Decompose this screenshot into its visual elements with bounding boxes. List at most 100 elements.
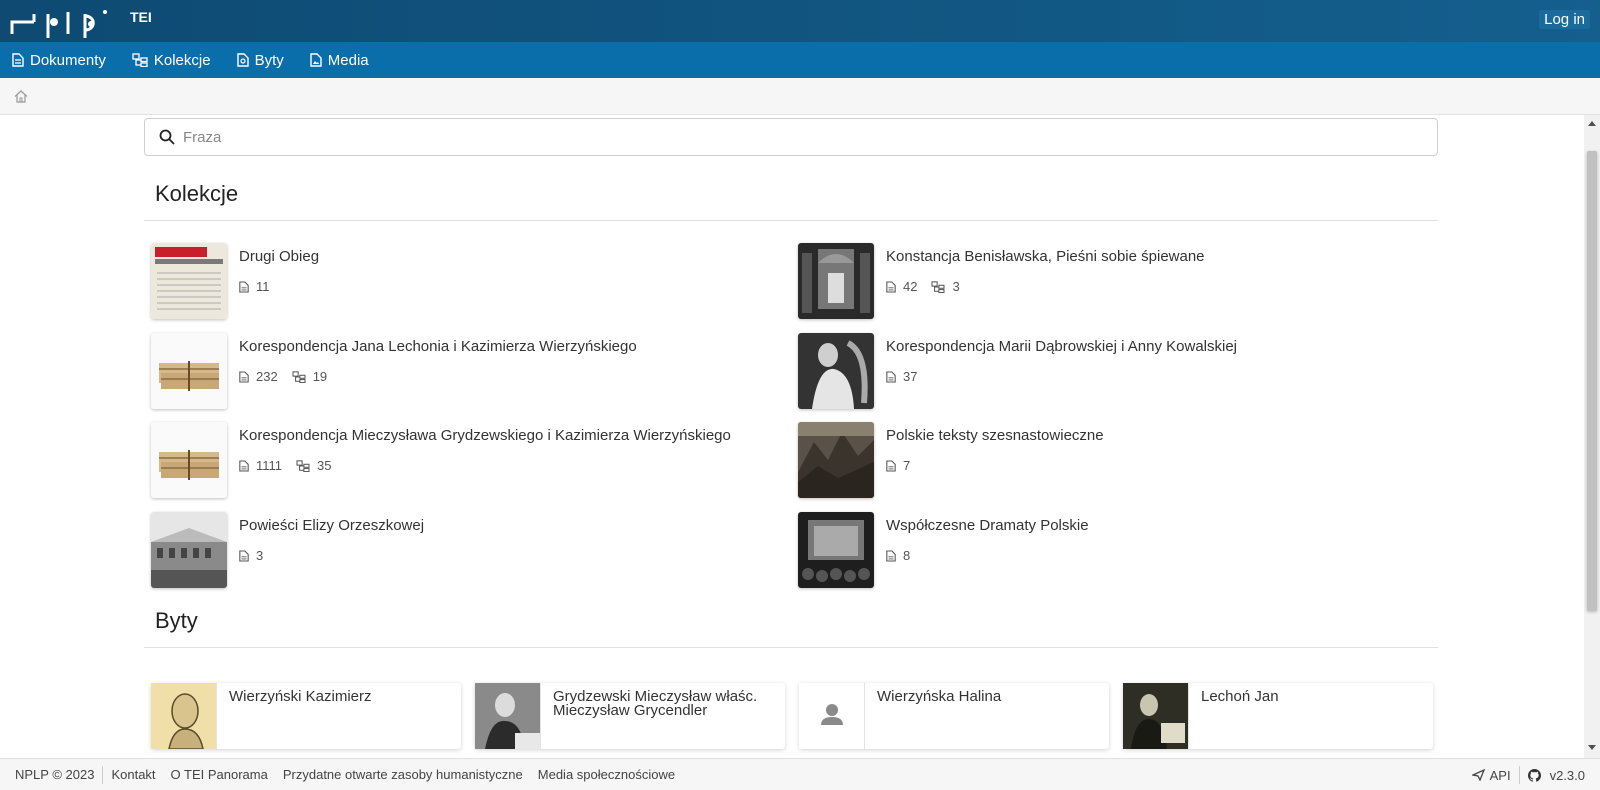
collection-item[interactable]: Konstancja Benisławska, Pieśni sobie śpi…: [798, 243, 1438, 319]
collection-title: Polskie teksty szesnastowieczne: [886, 427, 1104, 444]
collections-heading: Kolekcje: [155, 181, 239, 206]
document-count-icon: [886, 549, 896, 562]
document-count: 3: [256, 548, 264, 563]
document-count: 7: [903, 458, 911, 473]
footer-link-about[interactable]: O TEI Panorama: [171, 767, 268, 782]
document-count-icon: [886, 459, 896, 472]
document-count: 232: [256, 369, 278, 384]
collection-thumbnail: [151, 422, 227, 498]
nplp-logo[interactable]: TEI: [10, 8, 152, 42]
collection-title: Drugi Obieg: [239, 248, 320, 265]
subcollection-count-icon: [931, 280, 945, 293]
document-count: 8: [903, 548, 911, 563]
entity-name-line2: Mieczysław Grycendler: [553, 702, 708, 719]
footer: NPLP © 2023 Kontakt O TEI Panorama Przyd…: [0, 758, 1600, 790]
search-input[interactable]: [183, 128, 1383, 146]
vertical-scrollbar[interactable]: [1584, 115, 1600, 758]
tei-label: TEI: [130, 9, 152, 25]
nav-label: Dokumenty: [30, 51, 106, 69]
collection-title: Współczesne Dramaty Polskie: [886, 517, 1089, 534]
entity-card[interactable]: Wierzyńska Halina: [799, 683, 1109, 749]
api-link[interactable]: API: [1471, 767, 1511, 783]
collection-item[interactable]: Powieści Elizy Orzeszkowej 3: [151, 512, 791, 588]
scroll-up-arrow-icon[interactable]: [1588, 121, 1596, 126]
divider: [144, 220, 1438, 221]
entity-card[interactable]: Lechoń Jan: [1123, 683, 1433, 749]
nav-item-dokumenty[interactable]: Dokumenty: [12, 52, 106, 69]
collection-thumbnail: [151, 512, 227, 588]
collection-item[interactable]: Drugi Obieg 11: [151, 243, 791, 319]
divider: [144, 647, 1438, 648]
subcollection-count: 19: [312, 369, 328, 384]
collection-thumbnail: [798, 333, 874, 409]
entity-portrait: [799, 683, 865, 749]
entity-name: Lechoń Jan: [1201, 688, 1279, 705]
subcollection-count: 3: [952, 279, 960, 294]
document-count-icon: [239, 370, 249, 383]
collection-thumbnail: [798, 243, 874, 319]
send-icon: [1471, 769, 1485, 781]
entity-portrait: [1123, 683, 1189, 749]
collection-item[interactable]: Korespondencja Jana Lechonia i Kazimierz…: [151, 333, 791, 409]
logo-mark: [10, 10, 107, 38]
entity-icon: [236, 53, 249, 67]
collection-title: Konstancja Benisławska, Pieśni sobie śpi…: [886, 248, 1205, 265]
main-nav: Dokumenty Kolekcje Byty Media: [0, 42, 1600, 78]
nav-label: Media: [327, 51, 369, 69]
collection-thumbnail: [151, 333, 227, 409]
collection-item[interactable]: Korespondencja Mieczysława Grydzewskiego…: [151, 422, 791, 498]
collection-thumbnail: [798, 512, 874, 588]
document-count-icon: [886, 370, 896, 383]
subcollection-count: 35: [317, 458, 332, 473]
collection-item[interactable]: Korespondencja Marii Dąbrowskiej i Anny …: [798, 333, 1438, 409]
nav-item-byty[interactable]: Byty: [236, 51, 284, 69]
collection-icon: [132, 53, 148, 67]
collection-title: Korespondencja Jana Lechonia i Kazimierz…: [239, 338, 637, 355]
login-button[interactable]: Log in: [1539, 10, 1590, 29]
collection-title: Korespondencja Mieczysława Grydzewskiego…: [239, 427, 731, 444]
entity-card[interactable]: Grydzewski Mieczysław właśc. Mieczysław …: [475, 683, 785, 749]
document-count: 11: [256, 279, 270, 294]
scroll-down-arrow-icon[interactable]: [1588, 745, 1596, 750]
entities-heading: Byty: [155, 608, 198, 633]
search-bar: [144, 118, 1438, 156]
nav-item-kolekcje[interactable]: Kolekcje: [132, 52, 211, 69]
document-count-icon: [886, 280, 896, 293]
entity-portrait: [151, 683, 217, 749]
document-count: 1111: [256, 458, 283, 473]
top-bar: TEI Log in: [0, 0, 1600, 42]
document-count: 42: [903, 279, 918, 294]
github-link[interactable]: [1527, 768, 1546, 782]
footer-link-resources[interactable]: Przydatne otwarte zasoby humanistyczne: [283, 767, 523, 782]
media-icon: [310, 53, 322, 67]
footer-link-social[interactable]: Media społecznościowe: [538, 767, 675, 782]
footer-separator: [102, 765, 104, 784]
breadcrumb: [0, 78, 1600, 115]
nav-item-media[interactable]: Media: [310, 52, 369, 69]
document-icon: [12, 53, 24, 67]
collection-item[interactable]: Polskie teksty szesnastowieczne 7: [798, 422, 1438, 498]
collection-title: Powieści Elizy Orzeszkowej: [239, 517, 425, 534]
scrollbar-thumb[interactable]: [1587, 151, 1597, 611]
entity-card[interactable]: Wierzyński Kazimierz: [151, 683, 461, 749]
collection-item[interactable]: Współczesne Dramaty Polskie 8: [798, 512, 1438, 588]
document-count-icon: [239, 280, 249, 293]
api-label: API: [1489, 767, 1511, 783]
person-icon: [799, 683, 864, 749]
collection-title: Korespondencja Marii Dąbrowskiej i Anny …: [886, 338, 1237, 355]
footer-link-contact[interactable]: Kontakt: [111, 767, 155, 782]
collection-thumbnail: [151, 243, 227, 319]
home-icon[interactable]: [14, 90, 28, 103]
github-icon: [1527, 768, 1541, 782]
nav-label: Byty: [254, 51, 284, 69]
copyright: NPLP © 2023: [15, 767, 95, 782]
search-icon: [159, 129, 175, 145]
subcollection-count-icon: [292, 370, 306, 383]
main-content: Kolekcje Drugi Obieg 11 Korespondencja J…: [0, 115, 1584, 758]
entity-portrait: [475, 683, 541, 749]
document-count-icon: [239, 459, 249, 472]
version-label: v2.3.0: [1549, 767, 1585, 783]
subcollection-count-icon: [296, 459, 310, 472]
nav-label: Kolekcje: [153, 51, 211, 69]
entity-name: Wierzyński Kazimierz: [229, 688, 372, 705]
